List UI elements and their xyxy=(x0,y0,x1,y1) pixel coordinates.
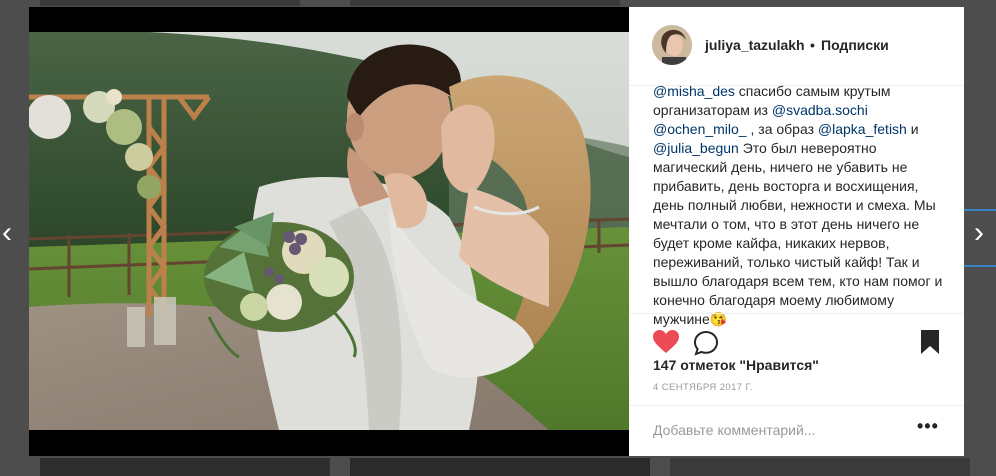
username-link[interactable]: juliya_tazulakh xyxy=(705,37,805,53)
post-sidebar: juliya_tazulakh • Подписки @misha_des сп… xyxy=(629,7,964,456)
post-modal: juliya_tazulakh • Подписки @misha_des сп… xyxy=(29,7,964,456)
comment-input[interactable]: Добавьте комментарий... xyxy=(653,422,815,438)
bookmark-icon[interactable] xyxy=(920,329,940,360)
caption-mention-link[interactable]: @svadba.sochi xyxy=(772,102,868,118)
next-arrow-accent-bottom xyxy=(964,265,996,267)
avatar[interactable] xyxy=(652,25,692,65)
post-photo xyxy=(29,7,629,456)
backdrop-tile-bottom-right xyxy=(670,458,970,476)
backdrop-tile-bottom-mid xyxy=(350,458,650,476)
caption-mention-link[interactable]: @ochen_milo_ xyxy=(653,121,747,137)
caption-text: и xyxy=(906,121,919,137)
prev-post-arrow[interactable]: ‹ xyxy=(2,218,12,248)
post-date[interactable]: 4 СЕНТЯБРЯ 2017 Г. xyxy=(653,382,753,393)
following-button[interactable]: Подписки xyxy=(821,37,889,53)
post-caption: @misha_des спасибо самым крутым организа… xyxy=(653,82,953,329)
caption-text: , за образ xyxy=(746,121,818,137)
caption-text: Это был невероятно магический день, ниче… xyxy=(653,140,943,327)
comment-bar: Добавьте комментарий... ••• xyxy=(629,405,964,457)
caption-mention-link[interactable]: @misha_des xyxy=(653,83,735,99)
post-actions xyxy=(629,313,964,360)
caption-mention-link[interactable]: @julia_begun xyxy=(653,140,739,156)
likes-count[interactable]: 147 отметок "Нравится" xyxy=(653,357,819,373)
backdrop-tile-top-mid xyxy=(350,0,620,6)
heart-icon[interactable] xyxy=(653,330,679,359)
more-options-button[interactable]: ••• xyxy=(917,416,939,437)
next-arrow-accent xyxy=(964,209,996,211)
backdrop-tile-bottom-left xyxy=(40,458,330,476)
caption-mention-link[interactable]: @lapka_fetish xyxy=(818,121,907,137)
header-separator: • xyxy=(810,37,815,53)
next-post-arrow[interactable]: › xyxy=(974,218,984,248)
post-header: juliya_tazulakh • Подписки xyxy=(629,7,964,86)
backdrop-tile-top-left xyxy=(40,0,300,6)
